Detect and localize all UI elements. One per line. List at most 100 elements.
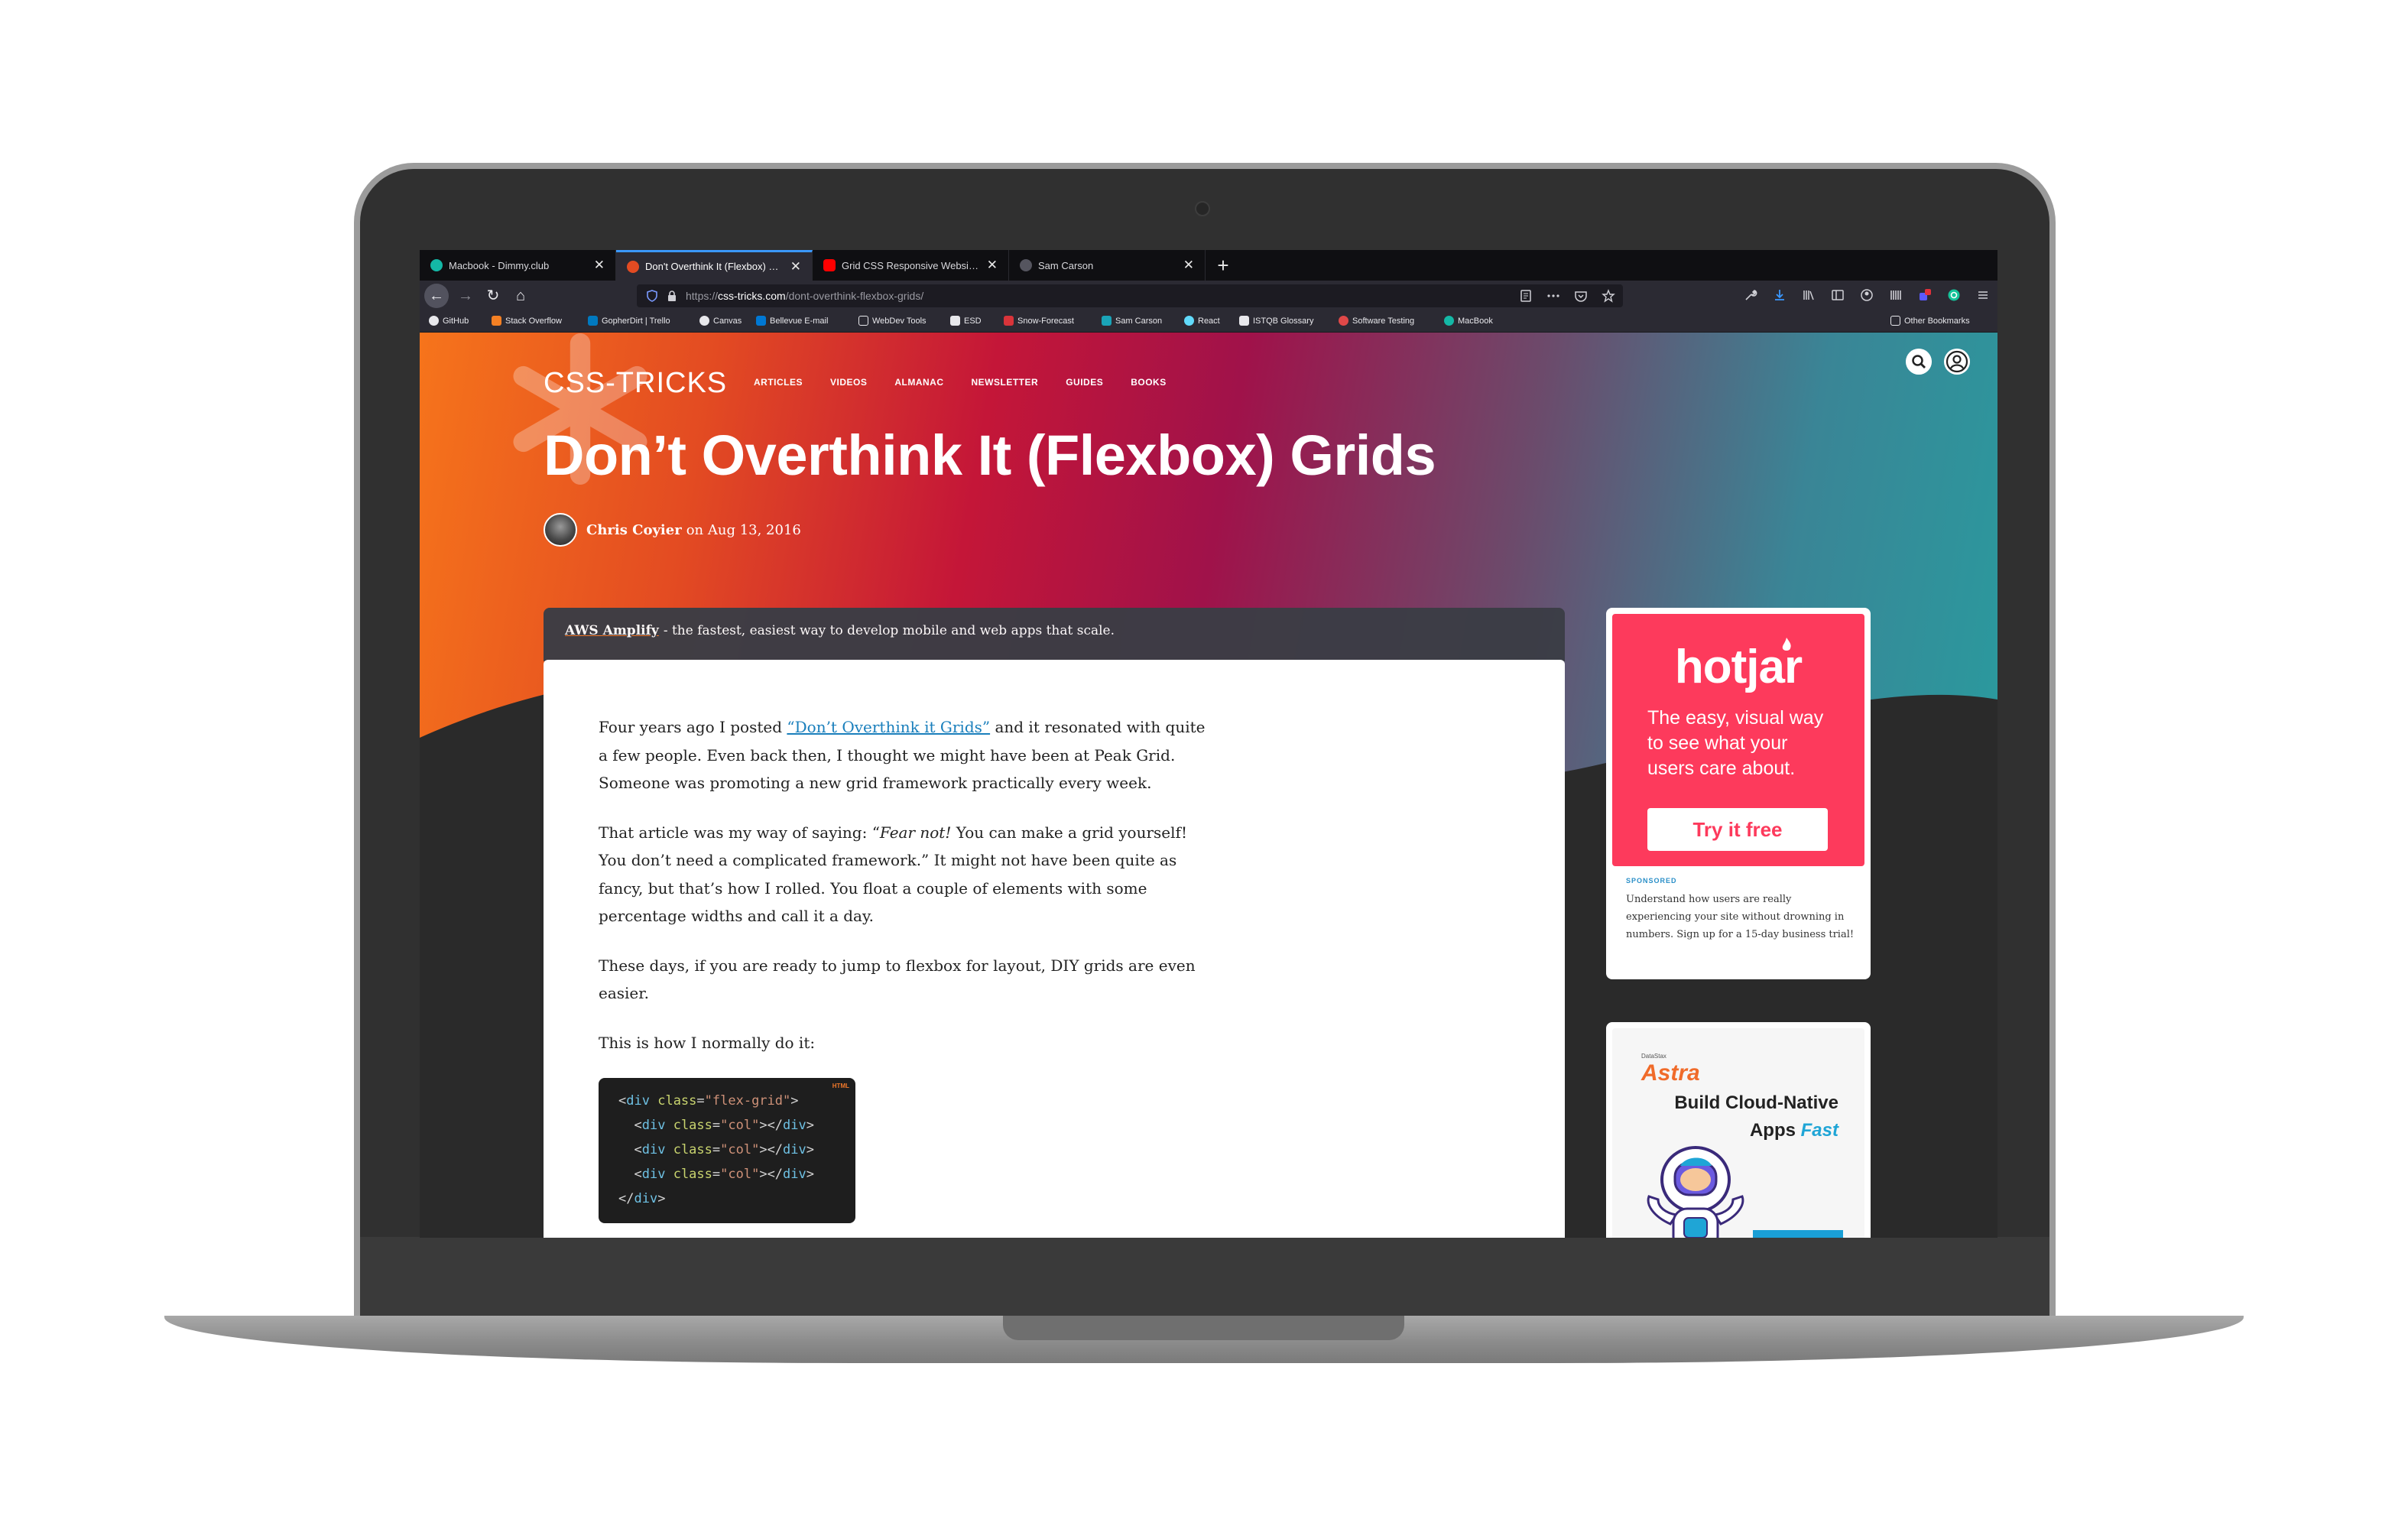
search-icon[interactable] <box>1906 349 1932 375</box>
bookmark-react[interactable]: React <box>1184 316 1220 326</box>
bookmark-trello[interactable]: GopherDirt | Trello <box>588 316 670 326</box>
nav-books[interactable]: BOOKS <box>1131 377 1167 388</box>
shield-icon[interactable] <box>646 290 658 302</box>
code-language-badge: HTML <box>832 1083 849 1089</box>
mountain-icon <box>1102 316 1112 326</box>
bookmark-istqb[interactable]: ISTQB Glossary <box>1239 316 1313 326</box>
nav-newsletter[interactable]: NEWSLETTER <box>972 377 1039 388</box>
sponsor-link[interactable]: AWS Amplify <box>565 623 659 638</box>
back-button[interactable]: ← <box>424 284 449 308</box>
bookmark-bellevue-email[interactable]: Bellevue E-mail <box>756 316 828 326</box>
laptop-chin <box>360 1237 2049 1317</box>
tab-css-tricks[interactable]: Don't Overthink It (Flexbox) Grids | CSS… <box>616 250 813 281</box>
grammarly-icon[interactable] <box>1947 288 1961 302</box>
nav-bar: ← → ↻ ⌂ https://css-tricks.com/dont-over… <box>420 281 1997 311</box>
tab-grid-css[interactable]: Grid CSS Responsive Website Layout ✕ <box>813 250 1009 281</box>
bookmark-software-testing[interactable]: Software Testing <box>1339 316 1414 326</box>
extension-bars-icon[interactable] <box>1889 288 1903 302</box>
stack-overflow-icon <box>492 316 501 326</box>
download-icon[interactable] <box>1773 288 1787 302</box>
publish-date: Aug 13, 2016 <box>707 521 801 538</box>
close-icon[interactable]: ✕ <box>987 258 998 273</box>
hotjar-ad[interactable]: hotjar The easy, visual way to see what … <box>1606 608 1871 979</box>
nav-guides[interactable]: GUIDES <box>1066 377 1103 388</box>
sponsor-text: - the fastest, easiest way to develop mo… <box>663 623 1115 638</box>
lock-icon[interactable] <box>666 290 678 302</box>
home-button[interactable]: ⌂ <box>508 284 533 308</box>
bookmark-snow-forecast[interactable]: Snow-Forecast <box>1004 316 1074 326</box>
try-it-free-button[interactable]: Try it free <box>1647 808 1828 851</box>
hotjar-banner[interactable]: hotjar The easy, visual way to see what … <box>1612 614 1864 866</box>
tab-favicon <box>430 259 443 271</box>
bookmark-star-icon[interactable] <box>1602 289 1615 303</box>
avatar[interactable] <box>544 513 577 547</box>
tab-label: Macbook - Dimmy.club <box>449 259 550 271</box>
astra-banner[interactable]: DataStax Astra Build Cloud-Native Apps F… <box>1612 1028 1864 1238</box>
sponsor-bar: AWS Amplify - the fastest, easiest way to… <box>544 608 1565 661</box>
bookmark-canvas[interactable]: Canvas <box>699 316 742 326</box>
account-icon[interactable] <box>1860 288 1874 302</box>
paragraph: These days, if you are ready to jump to … <box>599 956 1196 1003</box>
reload-button[interactable]: ↻ <box>481 284 505 308</box>
byline: Chris Coyier on Aug 13, 2016 <box>544 513 801 547</box>
hotjar-logo: hotjar <box>1674 641 1803 693</box>
bookmark-stack-overflow[interactable]: Stack Overflow <box>492 316 562 326</box>
article-title: Don’t Overthink It (Flexbox) Grids <box>544 424 1436 487</box>
author-name[interactable]: Chris Coyier <box>586 522 682 538</box>
bookmarks-bar: GitHub Stack Overflow GopherDirt | Trell… <box>420 311 1997 333</box>
bookmark-sam-carson[interactable]: Sam Carson <box>1102 316 1162 326</box>
tab-macbook[interactable]: Macbook - Dimmy.club ✕ <box>420 250 616 281</box>
new-tab-button[interactable]: + <box>1211 253 1235 278</box>
web-page: CSS-TRICKS ARTICLES VIDEOS ALMANAC NEWSL… <box>420 333 1997 1238</box>
tab-sam-carson[interactable]: Sam Carson ✕ <box>1009 250 1206 281</box>
heart-icon <box>858 316 868 326</box>
folder-icon <box>1890 316 1900 326</box>
bookmark-esd[interactable]: ESD <box>950 316 982 326</box>
nav-almanac[interactable]: ALMANAC <box>894 377 943 388</box>
code-block[interactable]: HTML <div class="flex-grid"> <div class="… <box>599 1078 855 1223</box>
sponsored-label: SPONSORED <box>1626 877 1677 885</box>
testing-icon <box>1339 316 1348 326</box>
user-icon[interactable] <box>1944 349 1970 375</box>
nav-videos[interactable]: VIDEOS <box>830 377 867 388</box>
tab-label: Don't Overthink It (Flexbox) Grids | CSS… <box>645 261 783 272</box>
snow-forecast-icon <box>1004 316 1014 326</box>
dont-overthink-grids-link[interactable]: “Don’t Overthink it Grids” <box>787 718 990 736</box>
site-logo[interactable]: CSS-TRICKS <box>544 367 727 400</box>
tab-label: Grid CSS Responsive Website Layout <box>842 259 979 271</box>
nav-articles[interactable]: ARTICLES <box>754 377 803 388</box>
github-icon <box>429 316 439 326</box>
get-started-button[interactable]: GET STARTED <box>1753 1230 1843 1238</box>
bookmark-macbook[interactable]: MacBook <box>1444 316 1493 326</box>
trello-icon <box>588 316 598 326</box>
main-nav: ARTICLES VIDEOS ALMANAC NEWSLETTER GUIDE… <box>754 377 1167 388</box>
extension-badge-icon[interactable] <box>1918 288 1932 302</box>
url-text[interactable]: https://css-tricks.com/dont-overthink-fl… <box>686 290 923 302</box>
react-icon <box>1184 316 1194 326</box>
astra-ad[interactable]: DataStax Astra Build Cloud-Native Apps F… <box>1606 1022 1871 1238</box>
more-actions-icon[interactable] <box>1546 289 1560 303</box>
hotjar-description[interactable]: Understand how users are really experien… <box>1626 891 1855 943</box>
forward-button[interactable]: → <box>453 284 478 308</box>
close-icon[interactable]: ✕ <box>1183 258 1194 273</box>
bookmark-github[interactable]: GitHub <box>429 316 469 326</box>
close-icon[interactable]: ✕ <box>790 259 801 274</box>
tab-label: Sam Carson <box>1038 259 1094 271</box>
document-icon <box>1239 316 1249 326</box>
tab-favicon <box>627 260 639 273</box>
screen: Macbook - Dimmy.club ✕ Don't Overthink I… <box>420 250 1997 1238</box>
url-bar[interactable]: https://css-tricks.com/dont-overthink-fl… <box>637 284 1623 307</box>
bookmark-webdev-tools[interactable]: WebDev Tools <box>858 316 927 326</box>
other-bookmarks[interactable]: Other Bookmarks <box>1890 316 1970 326</box>
outlook-icon <box>756 316 766 326</box>
menu-icon[interactable] <box>1976 288 1990 302</box>
datastax-label: DataStax <box>1641 1053 1666 1060</box>
pocket-icon[interactable] <box>1574 289 1588 303</box>
wrench-icon[interactable] <box>1744 288 1757 302</box>
library-icon[interactable] <box>1802 288 1816 302</box>
close-icon[interactable]: ✕ <box>594 258 605 273</box>
reader-view-icon[interactable] <box>1519 289 1533 303</box>
paragraph: Four years ago I posted “Don’t Overthink… <box>599 718 1206 792</box>
astra-logo: Astra <box>1641 1060 1700 1086</box>
sidebar-toggle-icon[interactable] <box>1831 288 1845 302</box>
